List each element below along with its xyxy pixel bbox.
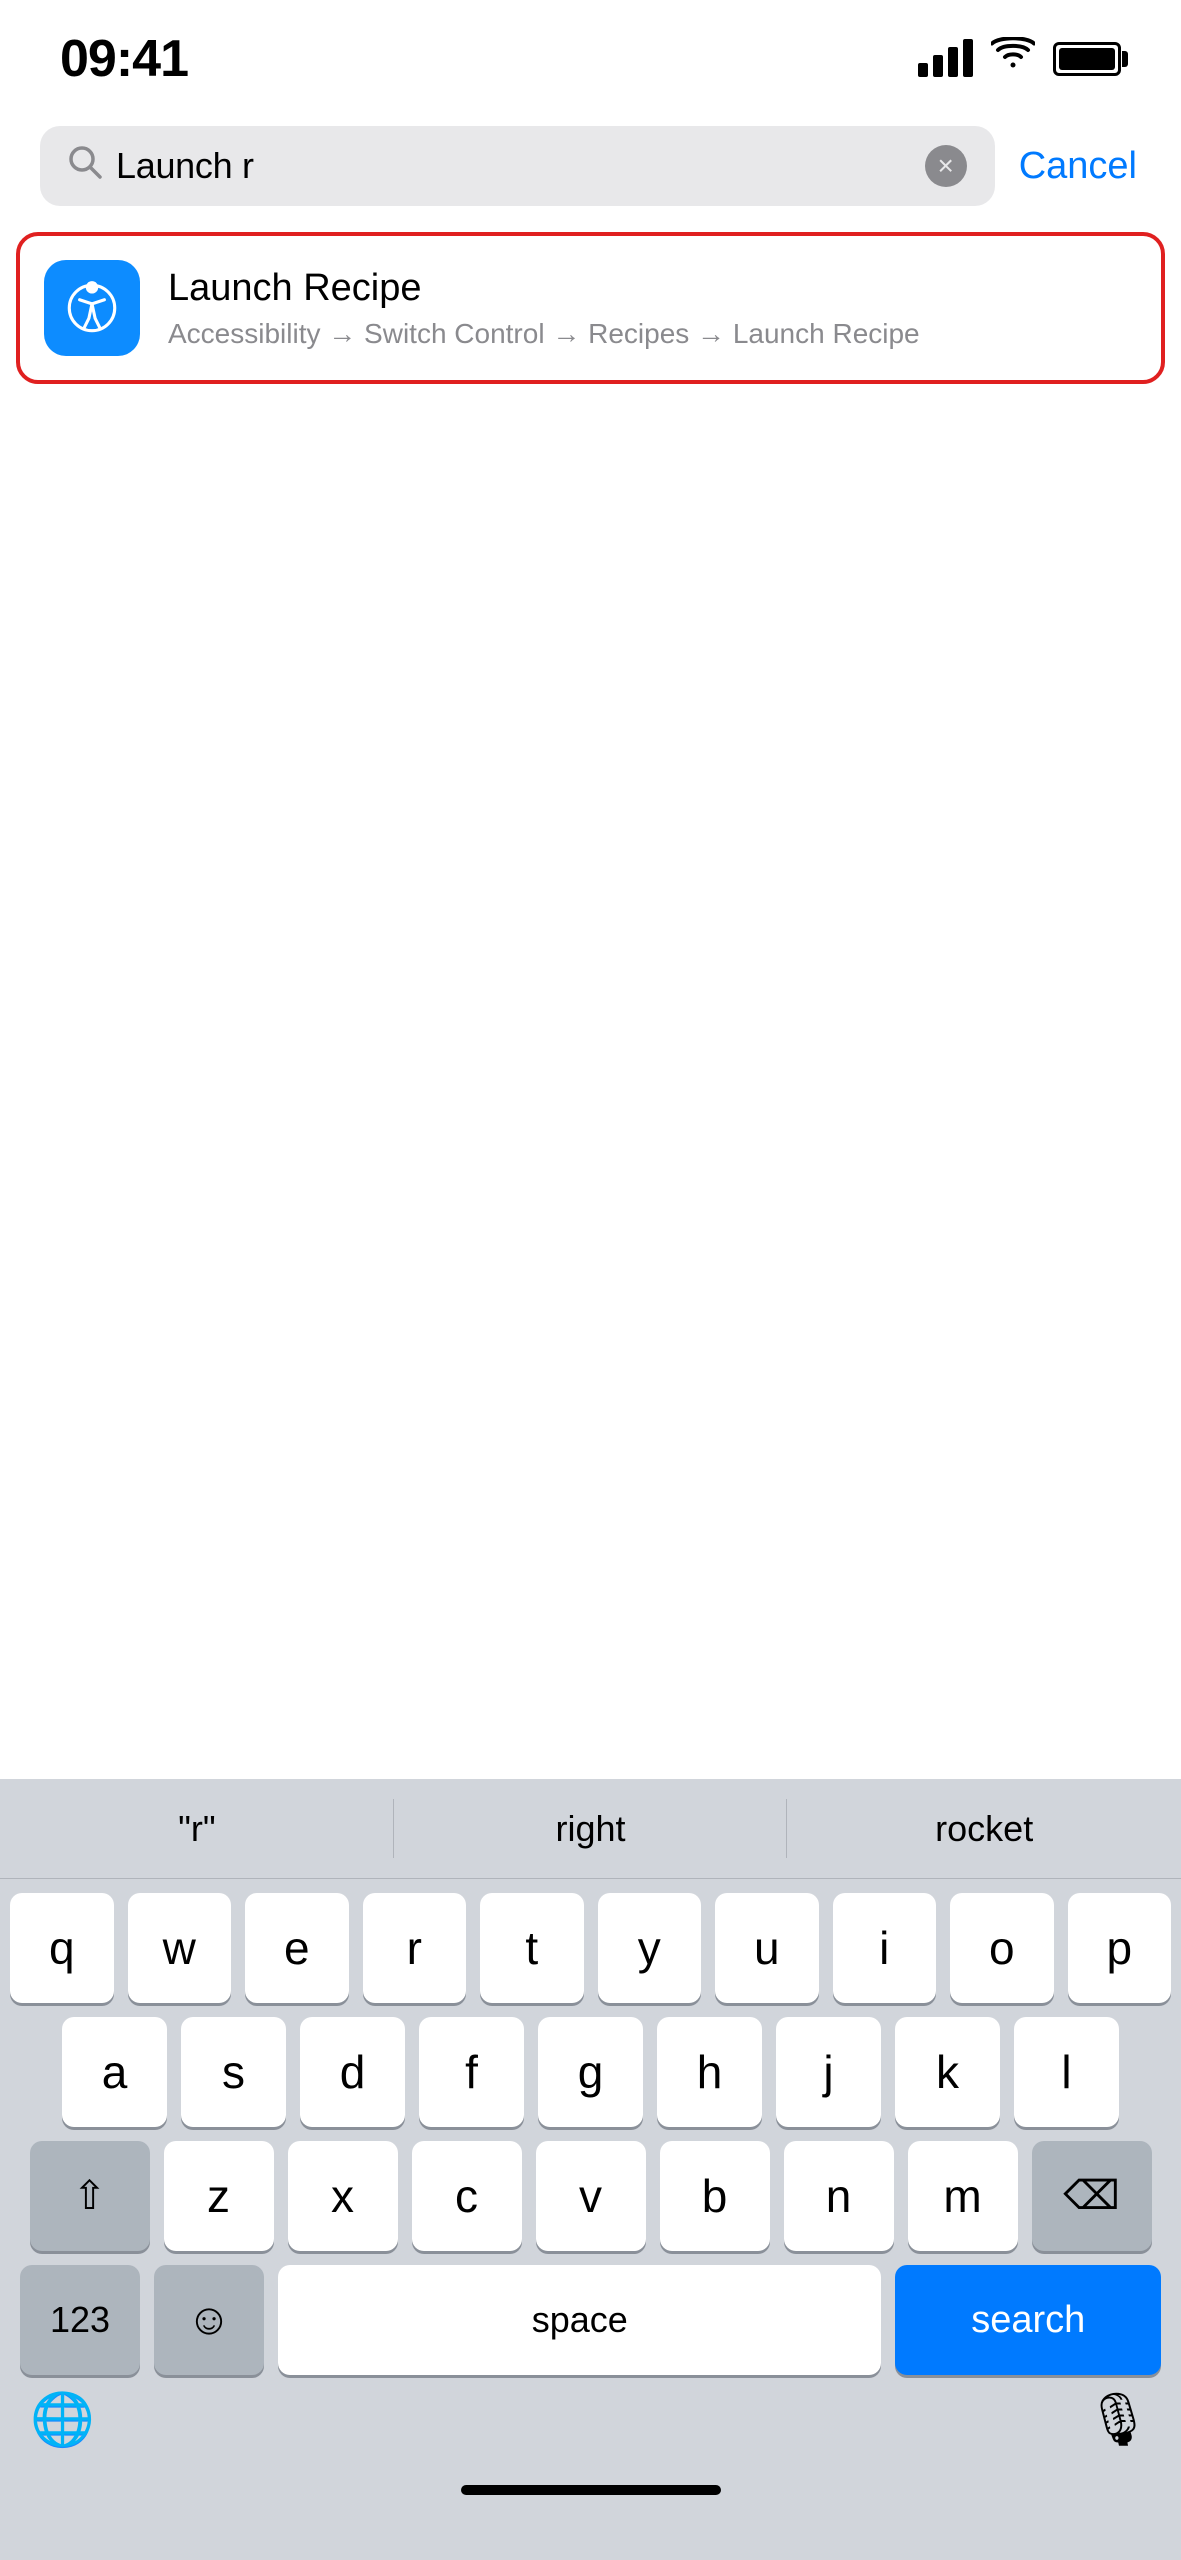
key-e[interactable]: e <box>245 1893 349 2003</box>
bottom-row: 123 ☺ space search <box>10 2265 1171 2375</box>
clear-button[interactable]: × <box>925 145 967 187</box>
key-b[interactable]: b <box>660 2141 770 2251</box>
delete-key[interactable]: ⌫ <box>1032 2141 1152 2251</box>
key-k[interactable]: k <box>895 2017 1000 2127</box>
result-item[interactable]: Launch Recipe Accessibility → Switch Con… <box>16 232 1165 384</box>
search-key[interactable]: search <box>895 2265 1161 2375</box>
key-t[interactable]: t <box>480 1893 584 2003</box>
keyboard: "r" right rocket q w e r t y u i o p a s… <box>0 1779 1181 2560</box>
shift-key[interactable]: ⇧ <box>30 2141 150 2251</box>
key-h[interactable]: h <box>657 2017 762 2127</box>
result-text: Launch Recipe Accessibility → Switch Con… <box>168 267 1137 350</box>
key-w[interactable]: w <box>128 1893 232 2003</box>
key-rows: q w e r t y u i o p a s d f g h j k l ⇧ … <box>0 1879 1181 2375</box>
battery-icon <box>1053 42 1121 76</box>
globe-icon[interactable]: 🌐 <box>30 2389 95 2450</box>
key-a[interactable]: a <box>62 2017 167 2127</box>
key-y[interactable]: y <box>598 1893 702 2003</box>
key-x[interactable]: x <box>288 2141 398 2251</box>
status-icons <box>918 37 1121 81</box>
predictive-bar: "r" right rocket <box>0 1779 1181 1879</box>
result-title: Launch Recipe <box>168 267 1137 310</box>
results-container: Launch Recipe Accessibility → Switch Con… <box>0 222 1181 394</box>
predictive-item-2[interactable]: rocket <box>787 1779 1181 1878</box>
globe-mic-row: 🌐 🎙 <box>0 2389 1181 2450</box>
key-c[interactable]: c <box>412 2141 522 2251</box>
key-g[interactable]: g <box>538 2017 643 2127</box>
numbers-key[interactable]: 123 <box>20 2265 140 2375</box>
key-u[interactable]: u <box>715 1893 819 2003</box>
key-r[interactable]: r <box>363 1893 467 2003</box>
predictive-item-0[interactable]: "r" <box>0 1779 394 1878</box>
key-p[interactable]: p <box>1068 1893 1172 2003</box>
space-key[interactable]: space <box>278 2265 881 2375</box>
home-indicator <box>0 2460 1181 2520</box>
key-s[interactable]: s <box>181 2017 286 2127</box>
key-l[interactable]: l <box>1014 2017 1119 2127</box>
key-q[interactable]: q <box>10 1893 114 2003</box>
emoji-key[interactable]: ☺ <box>154 2265 264 2375</box>
key-n[interactable]: n <box>784 2141 894 2251</box>
key-row-3: ⇧ z x c v b n m ⌫ <box>10 2141 1171 2251</box>
wifi-icon <box>991 37 1035 81</box>
main-content <box>0 394 1181 1294</box>
predictive-item-1[interactable]: right <box>394 1779 788 1878</box>
home-bar <box>461 2485 721 2495</box>
status-bar: 09:41 <box>0 0 1181 100</box>
key-v[interactable]: v <box>536 2141 646 2251</box>
key-m[interactable]: m <box>908 2141 1018 2251</box>
key-row-1: q w e r t y u i o p <box>10 1893 1171 2003</box>
signal-icon <box>918 41 973 77</box>
accessibility-icon <box>44 260 140 356</box>
search-bar[interactable]: Launch r × <box>40 126 995 206</box>
key-j[interactable]: j <box>776 2017 881 2127</box>
mic-icon[interactable]: 🎙 <box>1085 2389 1151 2450</box>
search-container: Launch r × Cancel <box>0 110 1181 222</box>
status-time: 09:41 <box>60 29 188 89</box>
cancel-button[interactable]: Cancel <box>1015 145 1141 188</box>
search-magnifier-icon <box>68 145 102 188</box>
key-d[interactable]: d <box>300 2017 405 2127</box>
key-o[interactable]: o <box>950 1893 1054 2003</box>
key-row-2: a s d f g h j k l <box>10 2017 1171 2127</box>
key-f[interactable]: f <box>419 2017 524 2127</box>
result-breadcrumb: Accessibility → Switch Control → Recipes… <box>168 318 1137 350</box>
search-input[interactable]: Launch r <box>116 145 911 187</box>
key-i[interactable]: i <box>833 1893 937 2003</box>
key-z[interactable]: z <box>164 2141 274 2251</box>
